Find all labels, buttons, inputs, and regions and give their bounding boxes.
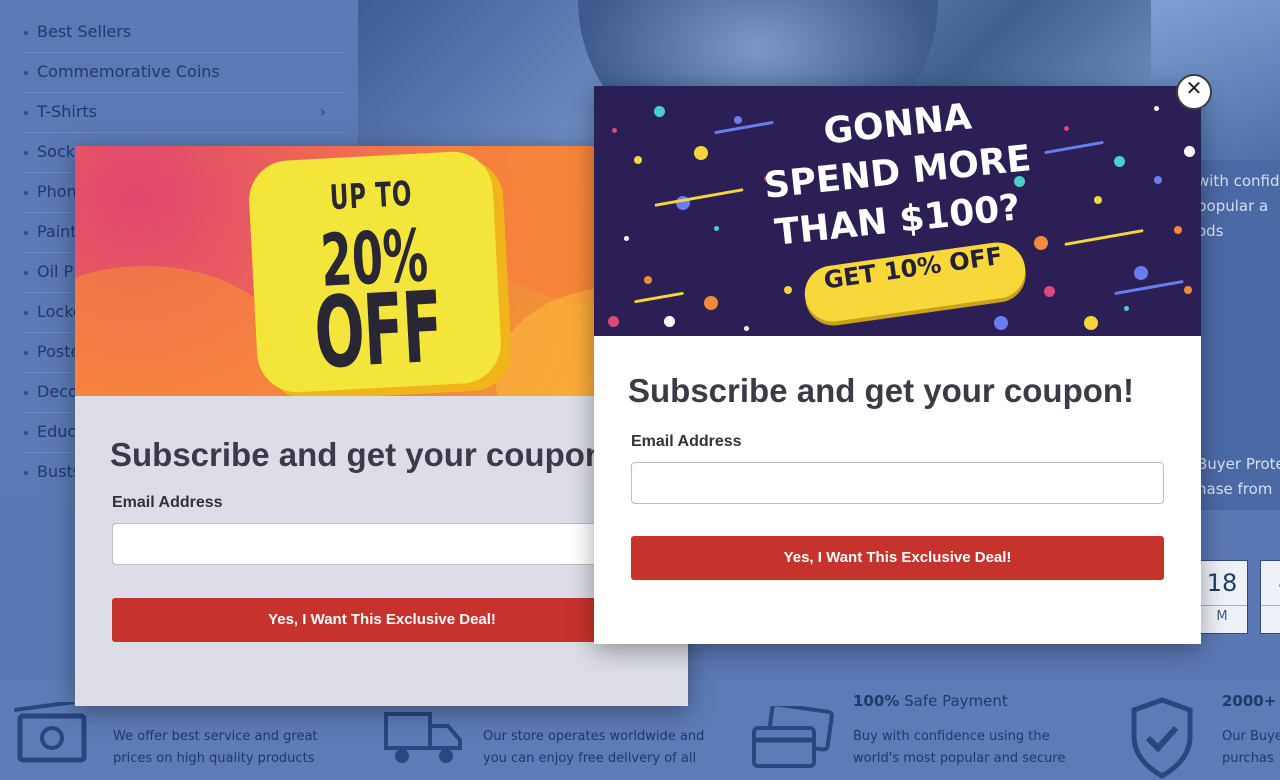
sidebar-item-label: Sock [37,142,76,161]
feature-text-line: you can enjoy free delivery of all [483,751,697,766]
confetti-dot [1134,266,1148,280]
sidebar-item-best-sellers[interactable]: Best Sellers [24,12,344,53]
truck-icon [384,712,462,763]
confetti-dot [644,276,652,284]
countdown-number: 18 [1206,569,1238,597]
confetti-dot [1084,316,1098,330]
sidebar-item-commemorative-coins[interactable]: Commemorative Coins [24,52,344,93]
sidebar-item-label: Paint [37,222,77,241]
bullet-icon [24,310,28,315]
bullet-icon [24,30,28,35]
confetti-dot [744,326,749,331]
feature-text-line: world's most popular and secure [853,751,1066,766]
promo-text-line: hase from [1197,480,1273,498]
popup-heading: Subscribe and get your coupon! [110,436,617,473]
confetti-dot [608,316,619,327]
bullet-icon [24,230,28,235]
countdown-minutes: 18 M [1196,560,1248,634]
confetti-dot [664,316,675,327]
countdown-unit [1261,605,1280,609]
feature-text-line: Buy with confidence using the [853,729,1050,744]
bullet-icon [24,470,28,475]
confetti-dot [612,128,617,133]
exclusive-deal-button[interactable]: Yes, I Want This Exclusive Deal! [631,536,1164,580]
bullet-icon [24,110,28,115]
coupon-popup-front: GONNA SPEND MORE THAN $100? GET 10% OFF … [594,86,1201,644]
confetti-streak [634,291,684,304]
bullet-icon [24,390,28,395]
feature-title-rest: S [1276,692,1280,710]
feature-title: 100% Safe Payment [853,692,1008,710]
feature-text: Buy with confidence using the world's mo… [853,726,1083,770]
sidebar-item-label: T-Shirts [37,102,98,121]
sidebar-item-label: Deco [37,382,78,401]
feature-text-line: prices on high quality products [113,751,315,766]
promo-text-line: popular a [1197,197,1269,215]
bullet-icon [24,70,28,75]
feature-title-bold: 100% [853,692,900,710]
bullet-icon [24,190,28,195]
credit-card-icon [752,706,834,768]
countdown-unit: M [1197,605,1247,624]
sidebar-item-label: Educ [37,422,77,441]
confetti-dot [1124,306,1129,311]
confetti-dot [1034,236,1048,250]
popup-heading: Subscribe and get your coupon! [628,372,1135,409]
promo-text-line: Buyer Prote [1197,455,1280,473]
chevron-right-icon: › [319,102,326,121]
feature-title-rest: Safe Payment [899,692,1008,710]
feature-text-line: purchas [1222,751,1274,766]
bullet-icon [24,430,28,435]
promo-text-line: with confid [1197,172,1280,190]
countdown-seconds: 4 [1260,560,1280,634]
discount-tag: UP TO 20% OFF [247,149,503,395]
sidebar-item-label: Best Sellers [37,22,132,41]
feature-text: Our store operates worldwide and you can… [483,726,713,770]
feature-text-line: Our Buye [1222,729,1280,744]
email-label: Email Address [631,433,742,450]
popup-banner-spend-more: GONNA SPEND MORE THAN $100? GET 10% OFF [594,86,1201,336]
email-label: Email Address [112,494,223,511]
sidebar-item-t-shirts[interactable]: T-Shirts › [24,92,344,133]
confetti-dot [1184,286,1192,294]
confetti-streak [1064,229,1144,246]
cash-icon [14,702,87,763]
confetti-dot [1044,286,1055,297]
shield-check-icon [1131,697,1193,779]
sidebar-item-label: Commemorative Coins [37,62,220,81]
close-icon: ✕ [1185,76,1203,100]
feature-title-bold: 2000+ [1222,692,1277,710]
feature-text: We offer best service and great prices o… [113,726,343,770]
confetti-dot [654,106,665,117]
sidebar-item-label: Oil P [37,262,74,281]
confetti-dot [704,296,718,310]
email-input[interactable] [112,523,672,565]
confetti-streak [1114,279,1184,296]
feature-text-line: Our store operates worldwide and [483,729,705,744]
exclusive-deal-button[interactable]: Yes, I Want This Exclusive Deal! [112,598,652,642]
feature-text: Our Buye purchas [1222,726,1280,770]
discount-line-3: OFF [311,270,445,392]
sidebar-item-label: Phon [37,182,77,201]
countdown-number: 4 [1261,569,1280,597]
confetti-dot [784,286,792,294]
sidebar-item-label: Poste [37,342,81,361]
feature-title: 2000+ S [1222,692,1280,710]
discount-pill: GET 10% OFF [801,238,1029,326]
bullet-icon [24,350,28,355]
bullet-icon [24,270,28,275]
confetti-dot [1174,226,1182,234]
feature-text-line: We offer best service and great [113,729,318,744]
close-popup-button[interactable]: ✕ [1176,74,1212,110]
email-input[interactable] [631,462,1164,504]
confetti-dot [994,316,1008,330]
bullet-icon [24,150,28,155]
